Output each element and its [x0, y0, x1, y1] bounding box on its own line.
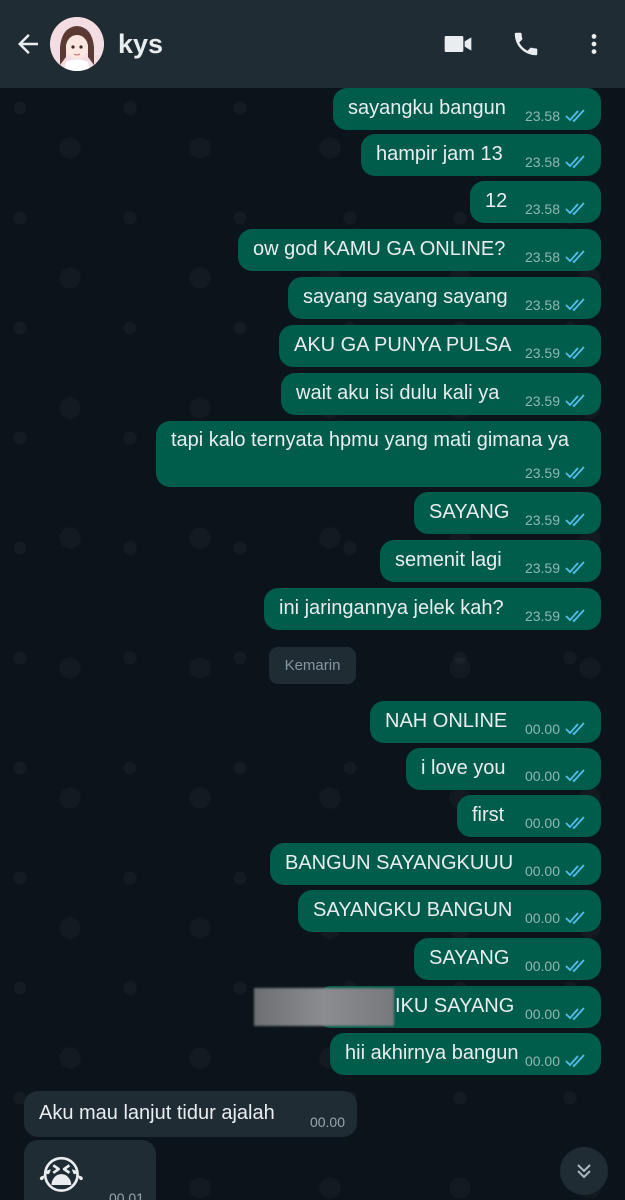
- message-text: ow god KAMU GA ONLINE?: [253, 238, 506, 260]
- message-time: 00.00: [524, 1053, 560, 1069]
- message-time: 23.59: [524, 608, 560, 624]
- read-ticks-icon: [565, 298, 585, 312]
- emoji-message: 😭: [38, 1154, 85, 1198]
- read-ticks-icon: [565, 609, 585, 623]
- more-vert-icon: [591, 34, 597, 54]
- message-text: NAH ONLINE: [385, 710, 508, 732]
- redacted-block: [254, 988, 394, 1026]
- message-time: 23.59: [524, 560, 560, 576]
- message-bubble-outgoing[interactable]: first 00.00: [457, 795, 601, 837]
- message-bubble-outgoing[interactable]: tapi kalo ternyata hpmu yang mati gimana…: [156, 421, 601, 487]
- contact-name[interactable]: kys: [118, 29, 163, 60]
- message-text: sayang sayang sayang: [303, 286, 508, 308]
- message-bubble-outgoing[interactable]: wait aku isi dulu kali ya 23.59: [281, 373, 601, 415]
- message-time: 00.00: [524, 863, 560, 879]
- message-bubble-outgoing[interactable]: BANGUN SAYANGKUUU 00.00: [270, 843, 601, 885]
- message-time: 23.58: [524, 154, 560, 170]
- message-text: hii akhirnya bangun: [345, 1042, 519, 1064]
- read-ticks-icon: [565, 864, 585, 878]
- read-ticks-icon: [565, 1054, 585, 1068]
- avatar-illustration: [50, 17, 104, 71]
- message-text: SAYANG: [429, 947, 510, 969]
- message-bubble-outgoing[interactable]: hampir jam 13 23.58: [361, 134, 601, 176]
- read-ticks-icon: [565, 346, 585, 360]
- more-options-button[interactable]: [569, 19, 619, 69]
- message-text: AKU GA PUNYA PULSA: [294, 334, 512, 356]
- message-bubble-incoming[interactable]: 😭 00.01: [24, 1140, 156, 1200]
- message-time: 23.58: [524, 201, 560, 217]
- message-bubble-outgoing[interactable]: ow god KAMU GA ONLINE? 23.58: [238, 229, 601, 271]
- read-ticks-icon: [565, 769, 585, 783]
- contact-avatar[interactable]: [50, 17, 104, 71]
- voice-call-button[interactable]: [501, 19, 551, 69]
- message-text: SAYANGKU BANGUN: [313, 899, 513, 921]
- message-time: 00.00: [524, 958, 560, 974]
- read-ticks-icon: [565, 202, 585, 216]
- message-time: 23.58: [524, 249, 560, 265]
- message-bubble-outgoing[interactable]: ini jaringannya jelek kah? 23.59: [264, 588, 601, 630]
- message-text: wait aku isi dulu kali ya: [296, 382, 500, 404]
- message-time: 23.59: [524, 393, 560, 409]
- video-call-icon: [444, 36, 472, 52]
- back-arrow-icon: [18, 34, 38, 54]
- message-time: 23.58: [524, 108, 560, 124]
- double-chevron-down-icon: [577, 1164, 591, 1179]
- message-bubble-outgoing[interactable]: SAYANGKU BANGUN 00.00: [298, 890, 601, 932]
- message-text: 12: [485, 190, 508, 212]
- read-ticks-icon: [565, 394, 585, 408]
- message-text: semenit lagi: [395, 549, 502, 571]
- message-text: Aku mau lanjut tidur ajalah: [39, 1102, 275, 1124]
- message-text: i love you: [421, 757, 506, 779]
- read-ticks-icon: [565, 816, 585, 830]
- message-text: ini jaringannya jelek kah?: [279, 597, 504, 619]
- phone-icon: [514, 32, 538, 56]
- message-time: 00.00: [524, 1006, 560, 1022]
- message-text: first: [472, 804, 505, 826]
- message-time: 00.00: [309, 1114, 345, 1130]
- message-text: sayangku bangun: [348, 97, 506, 119]
- chat-header: kys: [0, 0, 625, 88]
- message-time: 00.01: [108, 1190, 144, 1200]
- message-bubble-outgoing[interactable]: sayangku bangun 23.58: [333, 88, 601, 130]
- message-time: 23.58: [524, 297, 560, 313]
- video-call-button[interactable]: [433, 19, 483, 69]
- message-text: hampir jam 13: [376, 143, 503, 165]
- message-time: 23.59: [524, 465, 560, 481]
- message-bubble-outgoing[interactable]: hii akhirnya bangun 00.00: [330, 1033, 601, 1075]
- read-ticks-icon: [565, 250, 585, 264]
- scroll-to-bottom-button[interactable]: [560, 1147, 608, 1195]
- message-time: 00.00: [524, 768, 560, 784]
- message-bubble-outgoing[interactable]: sayang sayang sayang 23.58: [288, 277, 601, 319]
- message-bubble-outgoing[interactable]: SAYANG 23.59: [414, 492, 601, 534]
- message-time: 00.00: [524, 721, 560, 737]
- back-button[interactable]: [6, 22, 50, 66]
- read-ticks-icon: [565, 155, 585, 169]
- header-actions: [433, 0, 625, 88]
- message-text: tapi kalo ternyata hpmu yang mati gimana…: [171, 429, 569, 451]
- read-ticks-icon: [565, 959, 585, 973]
- read-ticks-icon: [565, 466, 585, 480]
- message-text: IKU SAYANG: [395, 995, 515, 1017]
- message-bubble-outgoing[interactable]: i love you 00.00: [406, 748, 601, 790]
- chat-area[interactable]: sayangku bangun 23.58 hampir jam 13 23.5…: [0, 88, 625, 1200]
- read-ticks-icon: [565, 513, 585, 527]
- read-ticks-icon: [565, 109, 585, 123]
- read-ticks-icon: [565, 722, 585, 736]
- message-text: SAYANG: [429, 501, 510, 523]
- message-time: 00.00: [524, 910, 560, 926]
- message-time: 23.59: [524, 345, 560, 361]
- message-bubble-outgoing[interactable]: 12 23.58: [470, 181, 601, 223]
- message-time: 23.59: [524, 512, 560, 528]
- read-ticks-icon: [565, 911, 585, 925]
- message-text: BANGUN SAYANGKUUU: [285, 852, 514, 874]
- message-bubble-outgoing[interactable]: semenit lagi 23.59: [380, 540, 601, 582]
- message-bubble-outgoing[interactable]: SAYANG 00.00: [414, 938, 601, 980]
- read-ticks-icon: [565, 561, 585, 575]
- message-bubble-outgoing[interactable]: NAH ONLINE 00.00: [370, 701, 601, 743]
- message-time: 00.00: [524, 815, 560, 831]
- date-separator: Kemarin: [269, 647, 356, 684]
- message-bubble-outgoing[interactable]: AKU GA PUNYA PULSA 23.59: [279, 325, 601, 367]
- read-ticks-icon: [565, 1007, 585, 1021]
- message-bubble-incoming[interactable]: Aku mau lanjut tidur ajalah 00.00: [24, 1091, 357, 1137]
